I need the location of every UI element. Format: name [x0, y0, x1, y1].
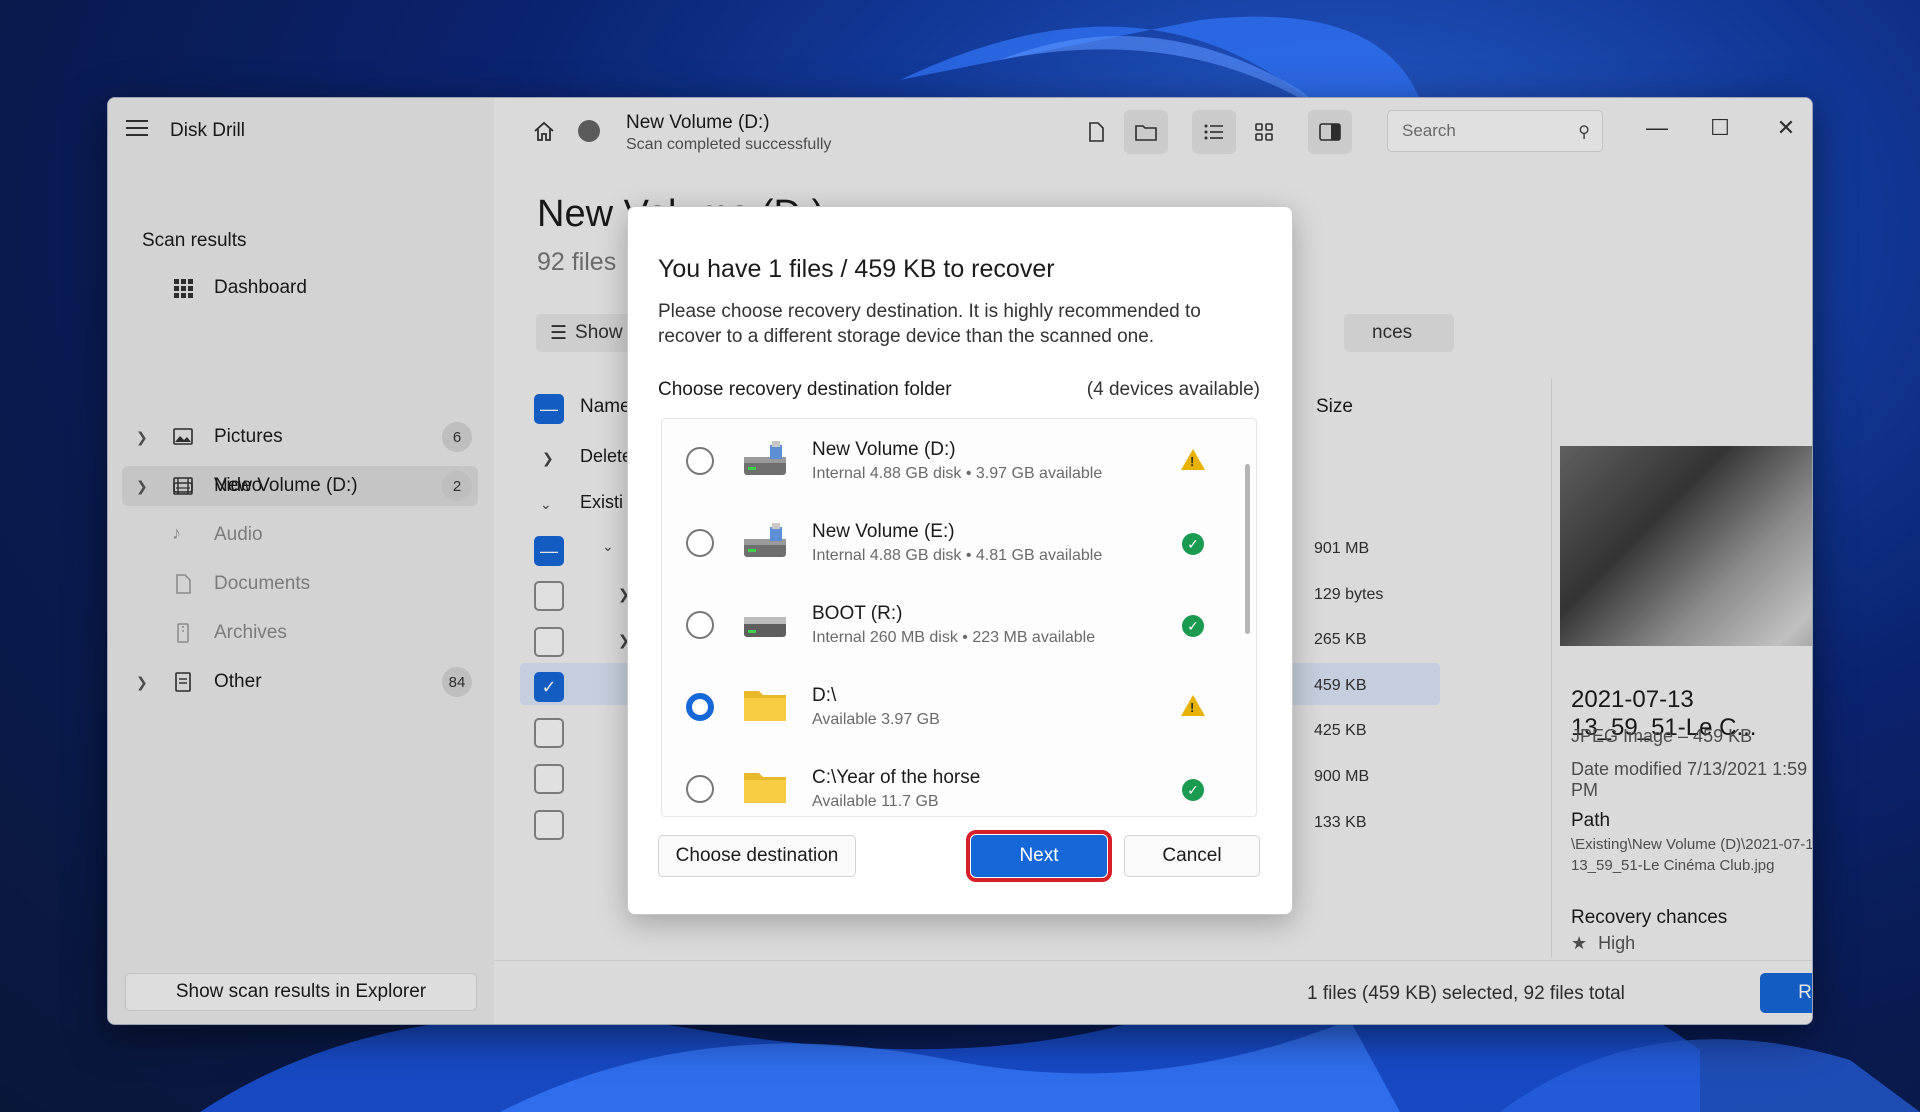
usb-drive-icon: [744, 523, 786, 557]
check-ok-icon: ✓: [1182, 779, 1204, 801]
choose-folder-label: Choose recovery destination folder: [658, 379, 952, 400]
cancel-button[interactable]: Cancel: [1124, 835, 1260, 877]
destination-detail: Internal 260 MB disk • 223 MB available: [812, 629, 1096, 646]
destination-name: D:\: [812, 685, 837, 706]
destination-item-boot-r[interactable]: BOOT (R:) Internal 260 MB disk • 223 MB …: [662, 583, 1256, 665]
dialog-title: You have 1 files / 459 KB to recover: [658, 255, 1055, 283]
destination-list[interactable]: New Volume (D:) Internal 4.88 GB disk • …: [661, 418, 1257, 817]
destination-name: New Volume (D:): [812, 439, 956, 460]
destination-detail: Available 11.7 GB: [812, 793, 939, 810]
destination-detail: Internal 4.88 GB disk • 3.97 GB availabl…: [812, 465, 1103, 482]
destination-name: BOOT (R:): [812, 603, 903, 624]
destination-name: C:\Year of the horse: [812, 767, 981, 788]
destination-radio[interactable]: [686, 775, 714, 803]
hard-drive-icon: [744, 617, 786, 637]
destination-list-scrollbar[interactable]: [1245, 464, 1250, 634]
destination-item-new-volume-e[interactable]: New Volume (E:) Internal 4.88 GB disk • …: [662, 501, 1256, 583]
destination-radio[interactable]: [686, 611, 714, 639]
check-ok-icon: ✓: [1182, 533, 1204, 555]
next-button[interactable]: Next: [966, 830, 1112, 882]
destination-radio[interactable]: [686, 447, 714, 475]
destination-detail: Internal 4.88 GB disk • 4.81 GB availabl…: [812, 547, 1103, 564]
warning-icon: !: [1181, 695, 1205, 716]
destination-name: New Volume (E:): [812, 521, 955, 542]
devices-available-count: (4 devices available): [1086, 379, 1260, 400]
destination-radio-selected[interactable]: [686, 693, 714, 721]
folder-icon: [744, 773, 786, 803]
dialog-description: Please choose recovery destination. It i…: [658, 301, 1201, 347]
usb-drive-icon: [744, 441, 786, 475]
destination-detail: Available 3.97 GB: [812, 711, 940, 728]
destination-item-year-of-the-horse[interactable]: C:\Year of the horse Available 11.7 GB ✓: [662, 747, 1256, 816]
recovery-destination-dialog: You have 1 files / 459 KB to recover Ple…: [627, 206, 1293, 915]
warning-icon: !: [1181, 449, 1205, 470]
folder-icon: [744, 691, 786, 721]
destination-radio[interactable]: [686, 529, 714, 557]
check-ok-icon: ✓: [1182, 615, 1204, 637]
destination-item-new-volume-d[interactable]: New Volume (D:) Internal 4.88 GB disk • …: [662, 419, 1256, 501]
choose-destination-button[interactable]: Choose destination: [658, 835, 856, 877]
destination-item-d-root[interactable]: D:\ Available 3.97 GB !: [662, 665, 1256, 747]
